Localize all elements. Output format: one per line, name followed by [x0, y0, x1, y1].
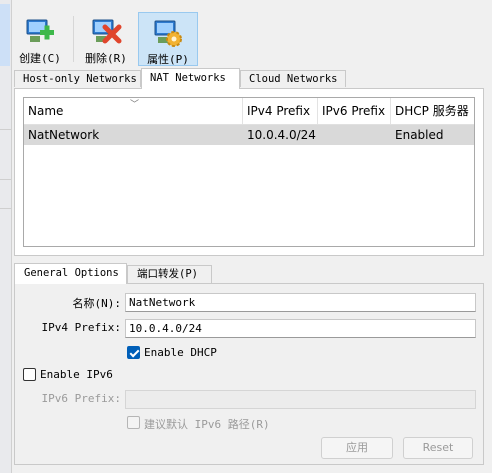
cell-dhcp-status: Enabled	[395, 128, 444, 142]
nat-networks-table: Name ﹀ IPv4 Prefix IPv6 Prefix DHCP 服务器 …	[23, 97, 475, 247]
sidebar-selected-item[interactable]	[0, 4, 10, 66]
details-tabs: General Options 端口转发(P)	[14, 263, 484, 284]
name-label: 名称(N):	[72, 297, 122, 310]
remove-button[interactable]: 删除(R)	[80, 12, 132, 66]
enable-dhcp-checkbox[interactable]	[127, 346, 140, 359]
enable-dhcp-label: Enable DHCP	[144, 346, 217, 359]
tab-general-options[interactable]: General Options	[14, 263, 127, 284]
column-header-name[interactable]: Name ﹀	[24, 98, 243, 124]
remove-label: 删除(R)	[85, 52, 127, 65]
nat-networks-panel: Name ﹀ IPv4 Prefix IPv6 Prefix DHCP 服务器 …	[14, 88, 484, 256]
column-name-label: Name	[28, 104, 64, 118]
apply-button[interactable]: 应用	[321, 437, 393, 459]
cell-name: NatNetwork	[28, 128, 100, 142]
create-label: 创建(C)	[19, 52, 61, 65]
sort-caret-icon: ﹀	[130, 100, 140, 110]
sidebar-divider	[0, 129, 11, 130]
network-remove-icon	[92, 19, 122, 44]
column-header-ipv4[interactable]: IPv4 Prefix	[243, 98, 318, 124]
sidebar-divider	[0, 208, 11, 209]
tab-nat-networks[interactable]: NAT Networks	[141, 68, 240, 89]
sidebar-divider	[0, 179, 11, 180]
general-options-panel: 名称(N): NatNetwork IPv4 Prefix: 10.0.4.0/…	[14, 283, 484, 465]
create-button[interactable]: 创建(C)	[14, 12, 66, 66]
tab-cloud-networks[interactable]: Cloud Networks	[240, 70, 346, 87]
table-header: Name ﹀ IPv4 Prefix IPv6 Prefix DHCP 服务器	[24, 98, 474, 125]
ipv4-prefix-field[interactable]: 10.0.4.0/24	[125, 319, 476, 338]
left-sidebar-strip	[0, 0, 12, 473]
cell-ipv4-prefix: 10.0.4.0/24	[247, 128, 316, 142]
table-row[interactable]: NatNetwork 10.0.4.0/24 Enabled	[24, 125, 474, 145]
ipv6-prefix-field[interactable]	[125, 390, 476, 409]
ipv6-prefix-label: IPv6 Prefix:	[41, 392, 121, 405]
enable-ipv6-checkbox[interactable]	[23, 368, 36, 381]
network-type-tabs: Host-only Networks NAT Networks Cloud Ne…	[14, 68, 484, 89]
toolbar-separator	[73, 16, 74, 62]
ipv4-prefix-label: IPv4 Prefix:	[41, 321, 121, 334]
column-header-dhcp[interactable]: DHCP 服务器	[391, 98, 474, 124]
enable-ipv6-label: Enable IPv6	[40, 368, 113, 381]
column-header-ipv6[interactable]: IPv6 Prefix	[318, 98, 391, 124]
tab-host-only-networks[interactable]: Host-only Networks	[14, 70, 141, 87]
name-field[interactable]: NatNetwork	[125, 293, 476, 312]
network-settings-icon	[154, 20, 182, 47]
network-add-icon	[26, 19, 54, 42]
properties-button[interactable]: 属性(P)	[138, 12, 198, 66]
reset-button[interactable]: Reset	[403, 437, 473, 459]
properties-label: 属性(P)	[147, 53, 189, 66]
tab-port-forwarding[interactable]: 端口转发(P)	[127, 265, 212, 283]
cell-ipv6-prefix	[318, 125, 322, 145]
advertise-default-route-label: 建议默认 IPv6 路径(R)	[144, 418, 270, 431]
advertise-default-route-checkbox[interactable]	[127, 416, 140, 429]
